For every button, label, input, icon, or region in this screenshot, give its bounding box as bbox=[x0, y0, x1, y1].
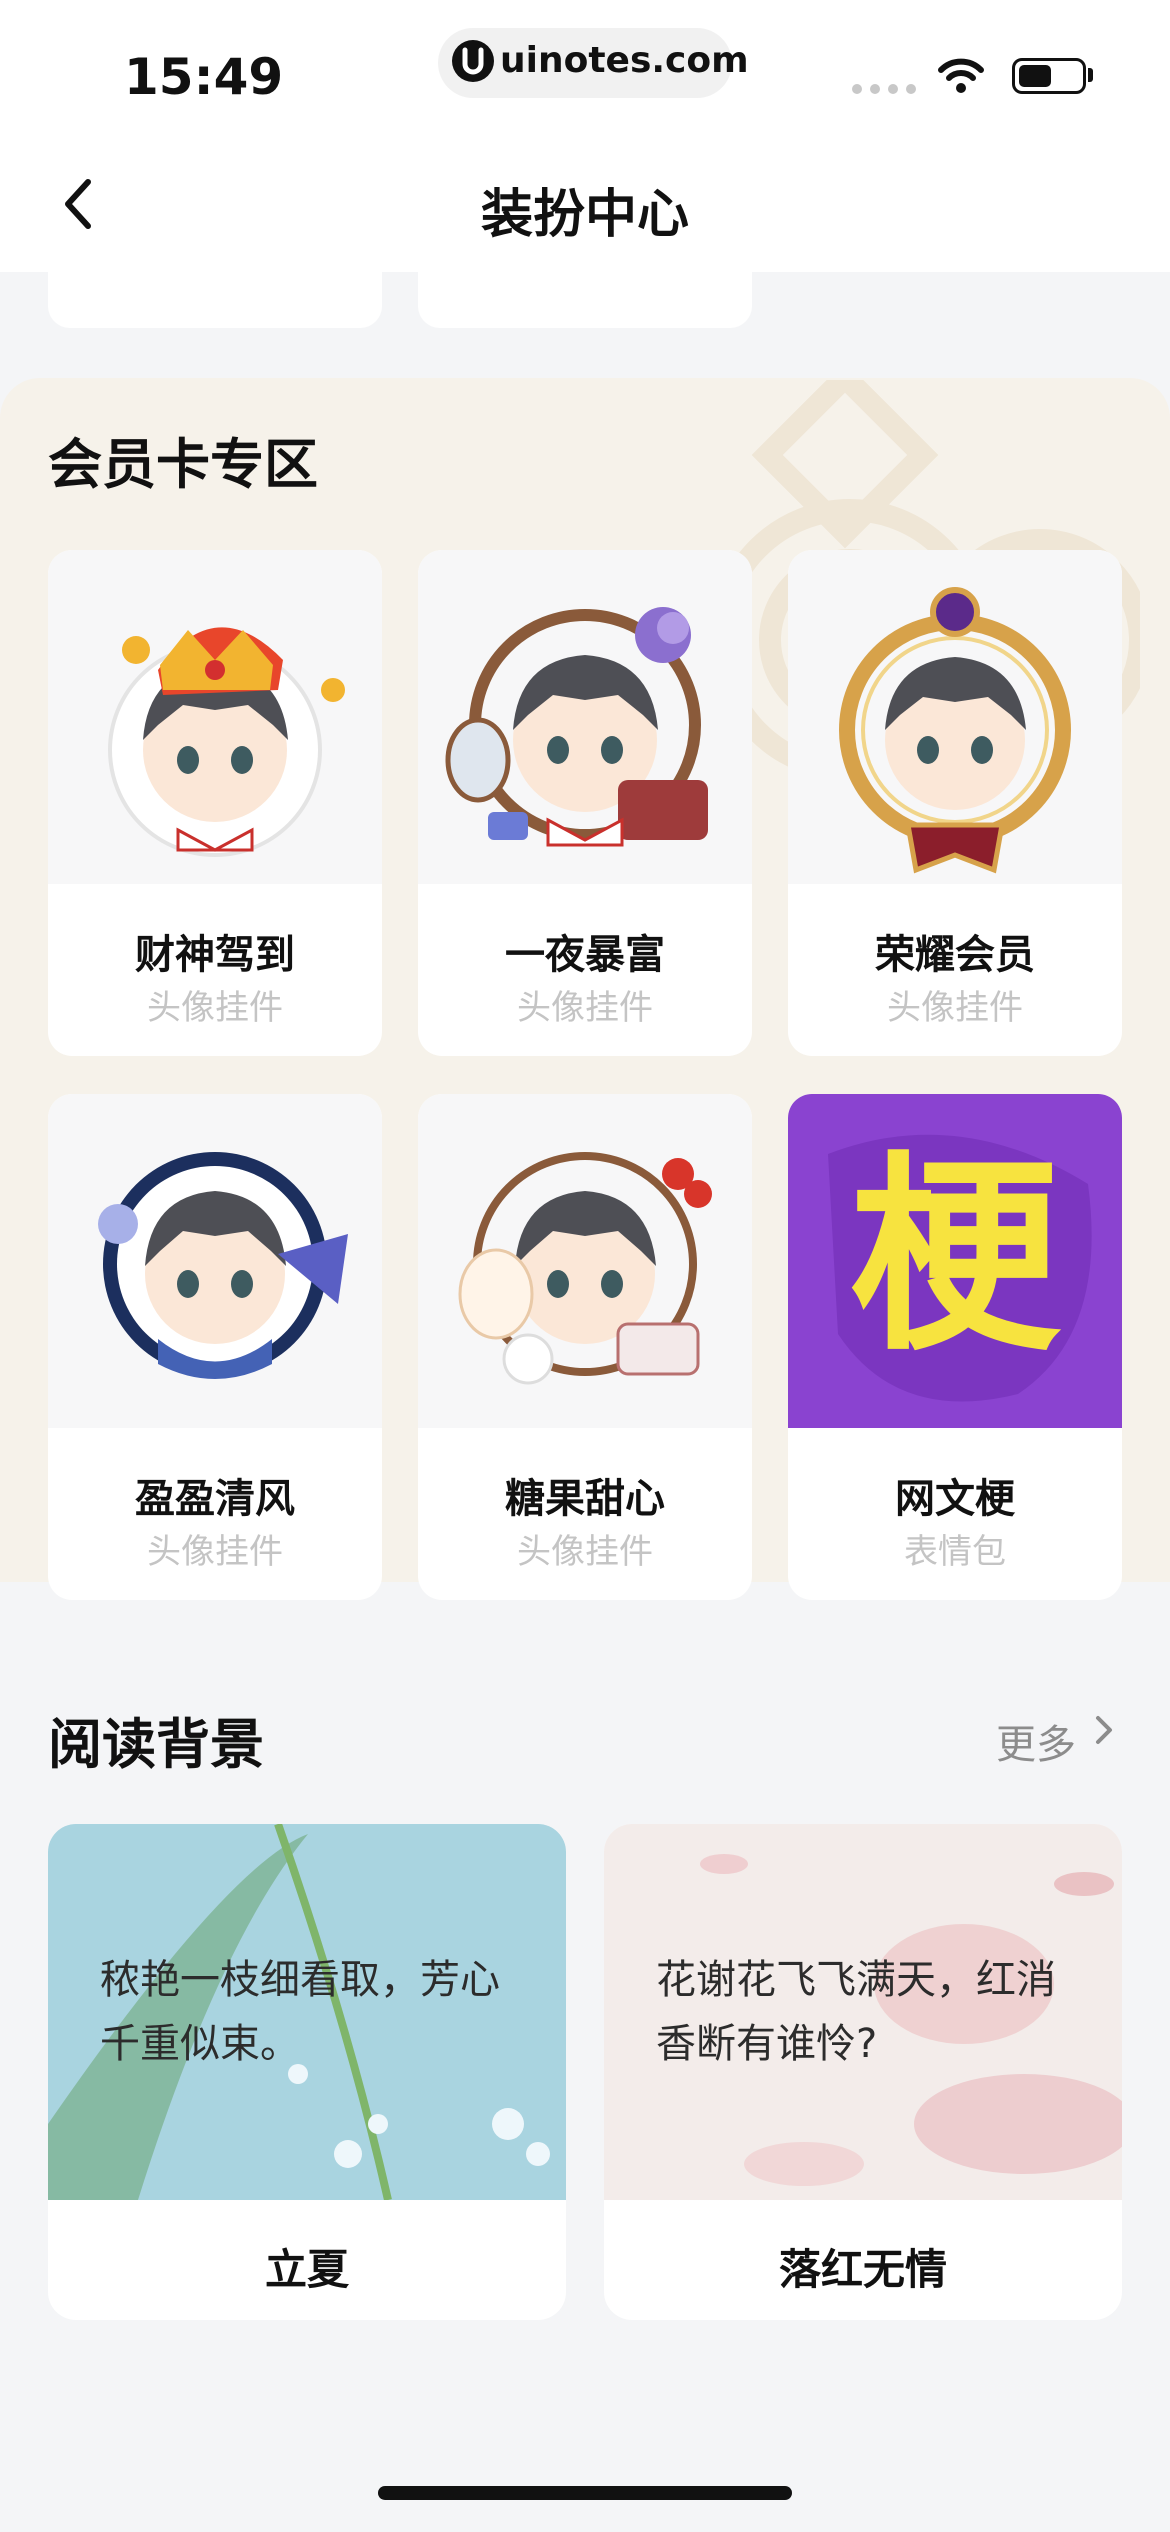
item-type: 头像挂件 bbox=[517, 988, 653, 1028]
avatar-frame-image bbox=[48, 1094, 382, 1428]
poem-text: 花谢花飞飞满天，红消香断有谁怜? bbox=[656, 1957, 1056, 2067]
item-type: 头像挂件 bbox=[517, 1532, 653, 1572]
member-card[interactable]: 盈盈清风 头像挂件 bbox=[48, 1094, 382, 1600]
battery-icon bbox=[1012, 58, 1086, 94]
item-type: 头像挂件 bbox=[887, 988, 1023, 1028]
item-type: 头像挂件 bbox=[147, 988, 283, 1028]
sticker-pack-image: 梗 bbox=[788, 1094, 1122, 1428]
item-name: 糖果甜心 bbox=[505, 1476, 665, 1522]
more-link[interactable]: 更多 bbox=[996, 1712, 1076, 1770]
member-card[interactable]: 财神驾到 头像挂件 bbox=[48, 550, 382, 1056]
bg-name: 立夏 bbox=[264, 2245, 349, 2294]
partial-card[interactable] bbox=[48, 272, 382, 328]
member-card[interactable]: 糖果甜心 头像挂件 bbox=[418, 1094, 752, 1600]
item-name: 荣耀会员 bbox=[875, 932, 1035, 978]
item-type: 表情包 bbox=[904, 1532, 1006, 1572]
wifi-icon bbox=[938, 58, 984, 98]
avatar-frame-image bbox=[788, 550, 1122, 884]
bg-name: 落红无情 bbox=[778, 2245, 947, 2294]
member-section-title: 会员卡专区 bbox=[48, 433, 318, 496]
home-indicator[interactable] bbox=[378, 2486, 792, 2500]
item-name: 一夜暴富 bbox=[505, 932, 665, 978]
item-type: 头像挂件 bbox=[147, 1532, 283, 1572]
page-title: 装扮中心 bbox=[480, 185, 689, 245]
member-card[interactable]: 梗 网文梗 表情包 bbox=[788, 1094, 1122, 1600]
avatar-frame-image bbox=[418, 1094, 752, 1428]
site-logo-icon bbox=[452, 40, 494, 82]
signal-icon bbox=[852, 84, 916, 94]
reading-bg-card[interactable]: 秾艳一枝细看取，芳心千重似束。 立夏 bbox=[48, 1824, 566, 2320]
url-text: uinotes.com bbox=[500, 40, 749, 81]
reading-bg-card[interactable]: 花谢花飞飞满天，红消香断有谁怜? 落红无情 bbox=[604, 1824, 1122, 2320]
sticker-glyph: 梗 bbox=[849, 1134, 1060, 1379]
item-name: 盈盈清风 bbox=[135, 1476, 295, 1522]
avatar-frame-image bbox=[48, 550, 382, 884]
partial-card[interactable] bbox=[418, 272, 752, 328]
chevron-right-icon[interactable] bbox=[1092, 1710, 1116, 1760]
member-card[interactable]: 一夜暴富 头像挂件 bbox=[418, 550, 752, 1056]
item-name: 网文梗 bbox=[895, 1476, 1015, 1522]
avatar-frame-image bbox=[418, 550, 752, 884]
status-time: 15:49 bbox=[124, 48, 284, 106]
reading-section-title: 阅读背景 bbox=[48, 1713, 264, 1776]
poem-text: 秾艳一枝细看取，芳心千重似束。 bbox=[100, 1957, 500, 2067]
member-card[interactable]: 荣耀会员 头像挂件 bbox=[788, 550, 1122, 1056]
item-name: 财神驾到 bbox=[135, 932, 295, 978]
battery-cap bbox=[1088, 68, 1093, 82]
